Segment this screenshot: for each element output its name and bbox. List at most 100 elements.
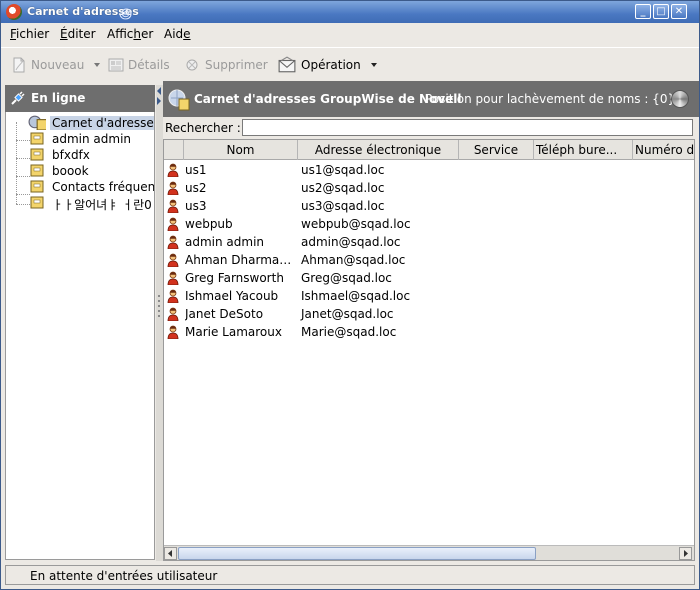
scroll-left-button[interactable] [164, 547, 177, 560]
menu-afficher[interactable]: Afficher [107, 27, 153, 41]
app-icon [6, 4, 22, 20]
splitter-grip [158, 295, 160, 297]
busy-spinner-icon [671, 90, 689, 108]
envelope-icon [278, 56, 296, 73]
contact-user-icon [167, 217, 179, 231]
contact-email: us2@sqad.loc [301, 181, 385, 195]
tree-item-frequent-contacts[interactable]: Contacts fréquent [6, 179, 154, 195]
table-row[interactable]: admin admin admin@sqad.loc [164, 233, 694, 251]
address-book-icon [30, 196, 44, 209]
splitter-grip [158, 300, 160, 302]
table-row[interactable]: us3 us3@sqad.loc [164, 197, 694, 215]
contact-email: us3@sqad.loc [301, 199, 385, 213]
menu-editer[interactable]: Éditer [60, 27, 96, 41]
tree-item-admin[interactable]: admin admin [6, 131, 154, 147]
splitter-grip [158, 315, 160, 317]
toolbar: Nouveau Détails Supprimer Opération [1, 47, 699, 81]
contact-user-icon [167, 253, 179, 267]
pane-splitter[interactable] [156, 85, 163, 561]
contact-name: Marie Lamaroux [185, 325, 282, 339]
contact-user-icon [167, 271, 179, 285]
contact-user-icon [167, 181, 179, 195]
address-book-icon [30, 132, 44, 145]
scroll-right-button[interactable] [679, 547, 692, 560]
table-row[interactable]: us1 us1@sqad.loc [164, 161, 694, 179]
tree-item-bfxdfx[interactable]: bfxdfx [6, 147, 154, 163]
search-row: Rechercher : [163, 117, 699, 139]
maximize-button[interactable]: □ [653, 4, 669, 19]
table-row[interactable]: Greg Farnsworth Greg@sqad.loc [164, 269, 694, 287]
search-label: Rechercher : [165, 121, 241, 135]
details-icon [108, 58, 124, 72]
tree-item-korean-book[interactable]: ㅏㅏ알어녀ㅑ ㅓ란0 [6, 195, 154, 212]
column-header-department[interactable]: Service [459, 140, 534, 160]
contact-name: Ahman Dharmap... [185, 253, 297, 267]
table-row[interactable]: Marie Lamaroux Marie@sqad.loc [164, 323, 694, 341]
horizontal-scrollbar[interactable] [164, 545, 694, 560]
contact-name: Ishmael Yacoub [185, 289, 279, 303]
contact-name: webpub [185, 217, 233, 231]
menu-bar: Fichier Éditer Afficher Aide [1, 23, 699, 45]
column-header-email[interactable]: Adresse électronique [298, 140, 459, 160]
table-row[interactable]: webpub webpub@sqad.loc [164, 215, 694, 233]
table-row[interactable]: Janet DeSoto Janet@sqad.loc [164, 305, 694, 323]
address-book-window: Carnet d'adresses ꩜ _ □ ✕ Fichier Éditer… [0, 0, 700, 590]
delete-button[interactable]: Supprimer [185, 54, 268, 76]
book-title: Carnet d'adresses GroupWise de Novell [194, 92, 462, 106]
search-input[interactable] [242, 119, 693, 136]
delete-icon [186, 59, 198, 71]
contact-user-icon [167, 199, 179, 213]
contact-name: Janet DeSoto [185, 307, 264, 321]
splitter-grip [158, 305, 160, 307]
contact-user-icon [167, 235, 179, 249]
contact-user-icon [167, 289, 179, 303]
tree-item-groupwise-book[interactable]: Carnet d'adresses [6, 115, 154, 131]
new-icon [13, 57, 25, 73]
scroll-thumb[interactable] [178, 547, 536, 560]
swirl-icon: ꩜ [119, 6, 133, 22]
title-bar: Carnet d'adresses ꩜ _ □ ✕ [1, 1, 699, 23]
online-header: En ligne [5, 85, 155, 112]
new-button[interactable]: Nouveau [11, 54, 101, 76]
contact-email: admin@sqad.loc [301, 235, 401, 249]
plug-icon [11, 91, 25, 105]
column-header-icon[interactable] [164, 140, 184, 160]
menu-fichier[interactable]: Fichier [10, 27, 49, 41]
collapse-left-icon[interactable] [157, 87, 161, 95]
arrow-right-icon [684, 550, 688, 557]
column-header-name[interactable]: Nom [184, 140, 298, 160]
operation-dropdown-icon[interactable] [370, 63, 377, 67]
splitter-grip [158, 310, 160, 312]
contact-email: us1@sqad.loc [301, 163, 385, 177]
minimize-button[interactable]: _ [635, 4, 651, 19]
groupwise-book-icon [168, 89, 190, 111]
operation-button[interactable]: Opération [277, 54, 377, 76]
contact-user-icon [167, 325, 179, 339]
table-row[interactable]: us2 us2@sqad.loc [164, 179, 694, 197]
table-row[interactable]: Ahman Dharmap... Ahman@sqad.loc [164, 251, 694, 269]
contact-email: Marie@sqad.loc [301, 325, 397, 339]
collapse-right-icon[interactable] [157, 97, 161, 105]
address-book-icon [30, 164, 44, 177]
arrow-left-icon [168, 550, 172, 557]
contact-name: us1 [185, 163, 207, 177]
contact-name: admin admin [185, 235, 265, 249]
contact-email: Ishmael@sqad.loc [301, 289, 411, 303]
address-book-icon [30, 180, 44, 193]
status-bar: En attente d'entrées utilisateur [5, 565, 695, 585]
close-button[interactable]: ✕ [671, 4, 687, 19]
new-dropdown-icon[interactable] [94, 63, 101, 67]
contact-email: Ahman@sqad.loc [301, 253, 406, 267]
status-text: En attente d'entrées utilisateur [30, 569, 218, 583]
contact-email: Greg@sqad.loc [301, 271, 392, 285]
name-completion-status: Position pour lachèvement de noms : {0} [425, 92, 676, 106]
column-header-office-phone[interactable]: Téléph bure... [534, 140, 633, 160]
menu-aide[interactable]: Aide [164, 27, 191, 41]
tree-item-boook[interactable]: boook [6, 163, 154, 179]
table-header: Nom Adresse électronique Service Téléph … [164, 140, 694, 160]
table-row[interactable]: Ishmael Yacoub Ishmael@sqad.loc [164, 287, 694, 305]
column-header-number[interactable]: Numéro de [633, 140, 694, 160]
details-button[interactable]: Détails [108, 54, 170, 76]
contact-email: webpub@sqad.loc [301, 217, 411, 231]
contact-name: Greg Farnsworth [185, 271, 284, 285]
